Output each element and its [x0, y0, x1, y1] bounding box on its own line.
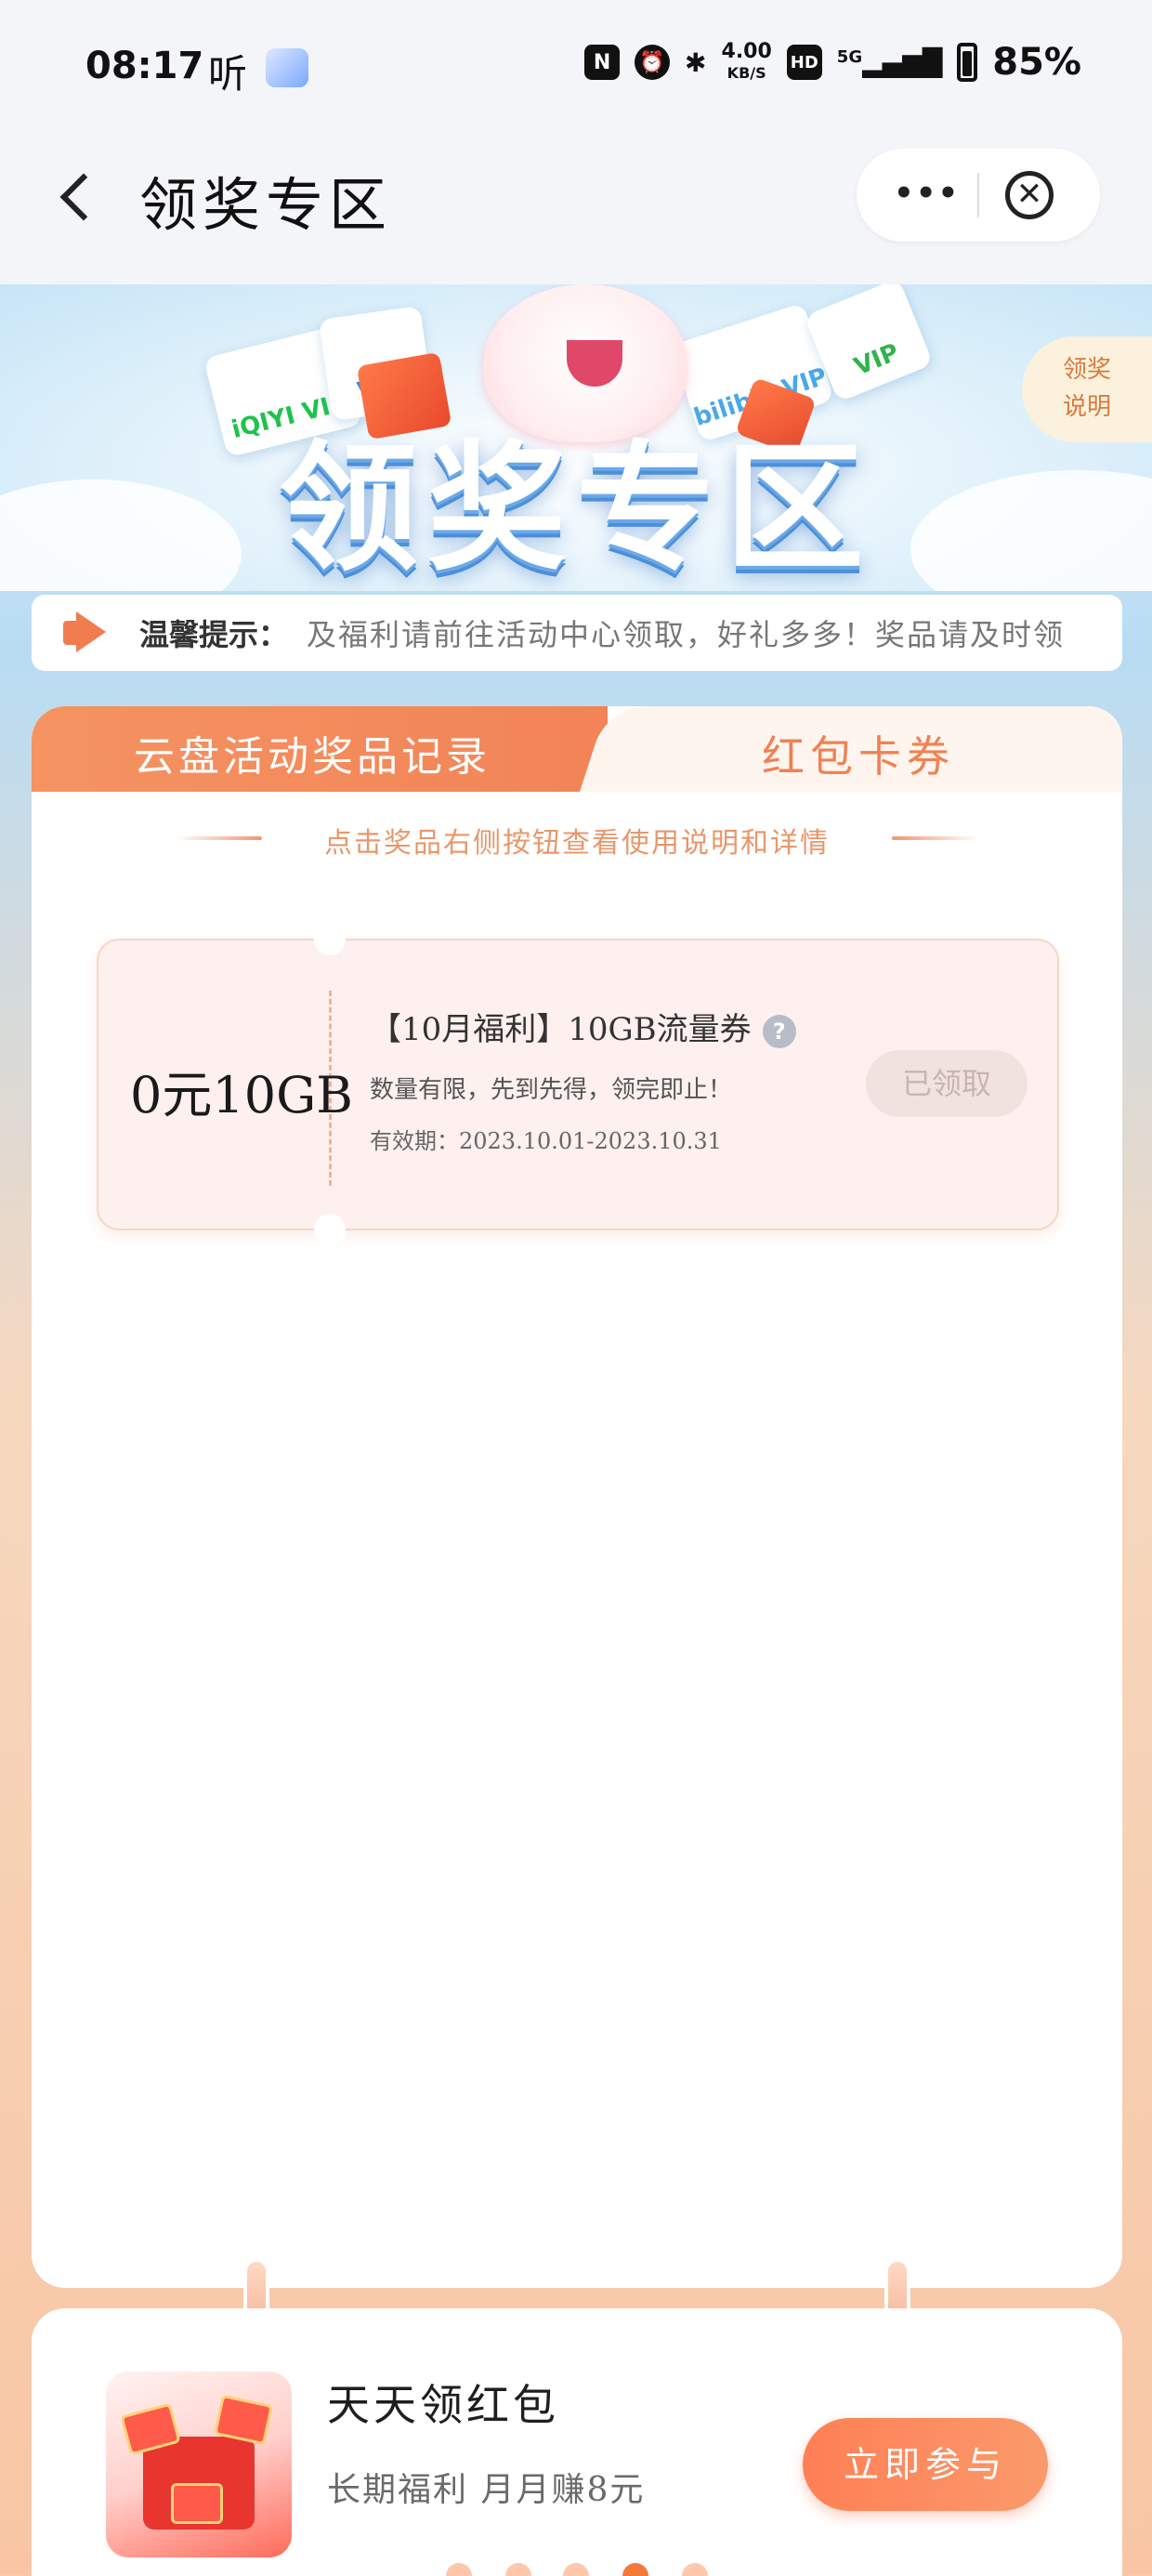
- coupon-notch: [314, 924, 346, 955]
- hero-title: 领奖专区: [278, 428, 873, 590]
- join-now-button[interactable]: 立即参与: [803, 2418, 1048, 2511]
- hint-row: 点击奖品右侧按钮查看使用说明和详情: [32, 810, 1122, 866]
- battery-percent: 85%: [992, 41, 1081, 84]
- nav-bar: 领奖专区 ••• ✕: [0, 139, 1152, 284]
- pager-dot[interactable]: [505, 2563, 531, 2576]
- promo-card[interactable]: 天天领红包 长期福利 月月赚8元 立即参与: [32, 2308, 1122, 2576]
- speed-unit: KB/S: [727, 63, 766, 82]
- nfc-icon: N: [584, 45, 621, 80]
- status-time: 08:17: [85, 45, 204, 87]
- hd-icon: HD: [786, 45, 822, 80]
- pager-dot[interactable]: [446, 2563, 472, 2576]
- megaphone-icon: [63, 611, 111, 654]
- coupon-notch: [314, 1214, 346, 1245]
- coupon-validity: 有效期：2023.10.01-2023.10.31: [370, 1128, 722, 1154]
- rules-button[interactable]: 领奖 说明: [1022, 336, 1152, 442]
- tab-red-packet-coupons[interactable]: 红包卡券: [762, 723, 955, 784]
- coupon-title-text: 【10月福利】10GB流量券: [370, 1011, 752, 1048]
- network-speed: 4.00 KB/S: [721, 39, 772, 84]
- pager-dot[interactable]: [563, 2563, 589, 2576]
- network-type: 5G: [836, 46, 863, 67]
- hint-text: 点击奖品右侧按钮查看使用说明和详情: [324, 827, 830, 860]
- app-notification-icon: [266, 48, 308, 87]
- promo-title: 天天领红包: [327, 2380, 559, 2430]
- help-icon[interactable]: ?: [762, 1015, 796, 1048]
- hint-line-right: [892, 836, 979, 840]
- tab-cloud-prize-records[interactable]: 云盘活动奖品记录: [32, 706, 608, 792]
- carousel-pager: [0, 2557, 1152, 2576]
- capsule-divider: [977, 173, 979, 217]
- coupon-description: 数量有限，先到先得，领完即止！: [370, 1076, 733, 1104]
- more-button[interactable]: •••: [894, 173, 959, 217]
- signal-icon: 5G▂▄▆█: [836, 46, 943, 78]
- page-title: 领奖专区: [139, 171, 393, 239]
- status-bar: 08:17 听 N ⏰ ✱ 4.00 KB/S HD 5G▂▄▆█ 85%: [0, 0, 1152, 139]
- hero-banner: iQIYI VIP VIP bilibili VIP VIP 领奖专区: [0, 284, 1152, 591]
- listen-icon: 听: [208, 51, 248, 97]
- claimed-button[interactable]: 已领取: [866, 1050, 1028, 1117]
- alarm-icon: ⏰: [635, 45, 671, 80]
- back-button[interactable]: [46, 167, 102, 223]
- coupon-value: 0元10GB: [130, 1066, 353, 1124]
- promo-subtitle: 长期福利 月月赚8元: [327, 2471, 646, 2509]
- notice-label: 温馨提示：: [139, 617, 289, 652]
- speed-value: 4.00: [721, 39, 772, 63]
- pager-dot-active[interactable]: [622, 2563, 648, 2576]
- prize-card: 云盘活动奖品记录 红包卡券 点击奖品右侧按钮查看使用说明和详情 0元10GB 【…: [32, 706, 1122, 2288]
- notice-bar: 温馨提示： 及福利请前往活动中心领取，好礼多多！奖品请及时领: [32, 595, 1122, 671]
- coupon-title: 【10月福利】10GB流量券?: [370, 1004, 796, 1049]
- miniapp-capsule: ••• ✕: [857, 149, 1100, 242]
- close-button[interactable]: ✕: [1005, 171, 1054, 219]
- red-envelope-icon: [171, 2483, 223, 2524]
- bluetooth-icon: ✱: [685, 46, 707, 78]
- battery-icon: [957, 43, 978, 82]
- coupon-card: 0元10GB 【10月福利】10GB流量券? 数量有限，先到先得，领完即止！ 有…: [97, 924, 1059, 1245]
- rules-label-line2: 说明: [1062, 393, 1111, 421]
- status-icons: N ⏰ ✱ 4.00 KB/S HD 5G▂▄▆█ 85%: [584, 41, 1081, 84]
- notice-text: 及福利请前往活动中心领取，好礼多多！奖品请及时领: [307, 617, 1066, 652]
- red-packet-image: [106, 2372, 292, 2557]
- rules-label-line1: 领奖: [1062, 356, 1111, 384]
- tab-label: 云盘活动奖品记录: [134, 733, 491, 781]
- pager-dot[interactable]: [682, 2563, 708, 2576]
